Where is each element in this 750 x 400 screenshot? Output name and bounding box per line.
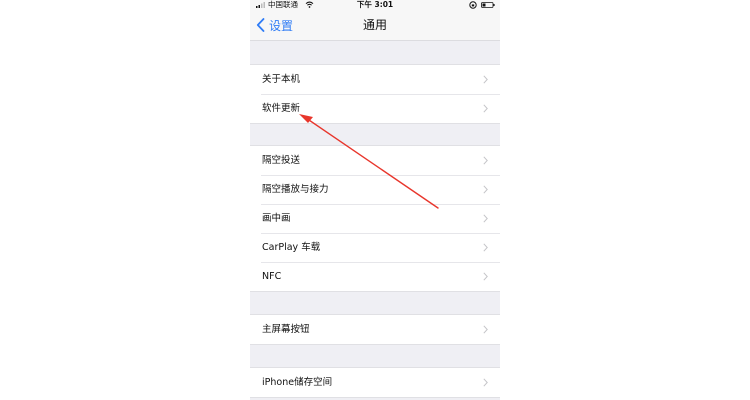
chevron-right-icon [483,214,488,223]
battery-icon [481,2,495,8]
settings-row-home-button[interactable]: 主屏幕按钮 [250,315,500,344]
row-label: NFC [262,271,282,282]
row-label: 关于本机 [262,74,301,85]
chevron-right-icon [483,75,488,84]
settings-group-about: 关于本机 软件更新 [250,64,500,124]
settings-group-continuity: 隔空投送 隔空播放与接力 画中画 CarPlay 车载 NFC [250,145,500,292]
settings-group-storage: iPhone储存空间 [250,367,500,398]
settings-row-nfc[interactable]: NFC [250,262,500,291]
chevron-right-icon [483,243,488,252]
chevron-right-icon [483,325,488,334]
row-label: 隔空投送 [262,155,301,166]
status-bar: 中国联通 下午 3:01 [250,0,500,10]
lock-rotation-icon [469,1,477,9]
chevron-right-icon [483,156,488,165]
page-title: 通用 [362,18,387,32]
settings-row-picture-in-picture[interactable]: 画中画 [250,204,500,233]
settings-row-about[interactable]: 关于本机 [250,65,500,94]
row-label: 画中画 [262,213,291,224]
row-label: 软件更新 [262,103,301,114]
row-label: iPhone储存空间 [262,377,333,388]
chevron-right-icon [483,185,488,194]
chevron-right-icon [483,272,488,281]
row-label: CarPlay 车载 [262,242,321,253]
status-time: 下午 3:01 [356,0,394,9]
settings-row-iphone-storage[interactable]: iPhone储存空间 [250,368,500,397]
row-label: 隔空播放与接力 [262,184,329,195]
settings-row-carplay[interactable]: CarPlay 车载 [250,233,500,262]
chevron-right-icon [483,104,488,113]
settings-row-software-update[interactable]: 软件更新 [250,94,500,123]
settings-row-airdrop[interactable]: 隔空投送 [250,146,500,175]
settings-row-airplay-handoff[interactable]: 隔空播放与接力 [250,175,500,204]
settings-group-home-button: 主屏幕按钮 [250,314,500,345]
screenshot-canvas: 中国联通 下午 3:01 设置 通用 关于本机 软件更新 隔空投送 隔空播放与接… [0,0,750,400]
row-label: 主屏幕按钮 [262,324,310,335]
chevron-right-icon [483,378,488,387]
navigation-bar: 设置 通用 [250,10,500,41]
phone-screen: 中国联通 下午 3:01 设置 通用 关于本机 软件更新 隔空投送 隔空播放与接… [250,0,500,400]
